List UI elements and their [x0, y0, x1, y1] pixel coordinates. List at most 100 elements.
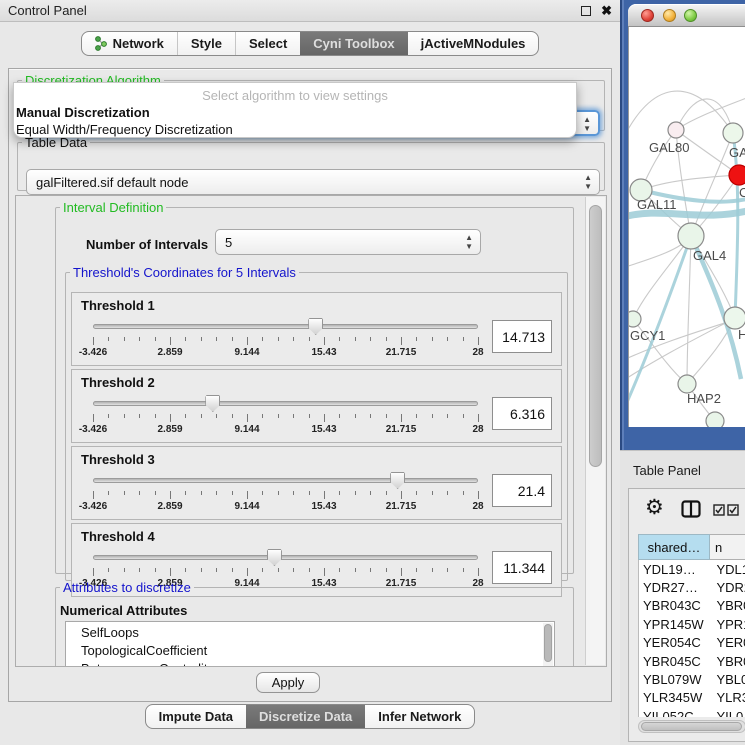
table-cell: YIL0 [710, 709, 745, 717]
tick-label: 9.144 [234, 424, 259, 435]
threshold-slider[interactable]: -3.4262.8599.14415.4321.71528 [93, 395, 478, 439]
table-cell: YIL052C [639, 709, 710, 717]
tab-select[interactable]: Select [235, 32, 300, 55]
algorithm-option[interactable]: Manual Discretization [16, 105, 150, 120]
table-cell: YER054C [639, 635, 710, 650]
attributes-scrollbar[interactable] [543, 623, 553, 667]
attributes-title: Attributes to discretize [60, 580, 194, 595]
settings-scroll-panel: Interval Definition Number of Intervals … [15, 195, 607, 667]
slider-ticks [93, 414, 478, 422]
network-window-titlebar[interactable] [628, 4, 745, 27]
network-node[interactable] [629, 311, 641, 327]
tab-jactivemnodules[interactable]: jActiveMNodules [408, 32, 539, 55]
threshold-panel: Threshold 2 -3.4262.8599.14415.4321.7152… [71, 369, 562, 443]
tick-label: -3.426 [79, 347, 107, 358]
number-of-intervals-combobox[interactable]: 5 ▲▼ [215, 229, 481, 255]
table-column-header[interactable]: shared… [638, 534, 710, 560]
threshold-value-field[interactable]: 6.316 [492, 397, 552, 430]
tick-label: 21.715 [386, 424, 417, 435]
tab-label: Cyni Toolbox [313, 36, 394, 51]
tick-label: 2.859 [157, 501, 182, 512]
table-cell: YBR043C [639, 598, 710, 613]
table-cell: YBR0 [710, 654, 745, 669]
tab-impute-data[interactable]: Impute Data [146, 705, 246, 728]
node-label: C [739, 185, 745, 200]
slider-thumb[interactable] [205, 395, 220, 412]
node-label: GAL80 [649, 140, 689, 155]
tick-label: -3.426 [79, 424, 107, 435]
checkbox-icons[interactable] [713, 504, 739, 516]
table-row[interactable]: YPR145WYPR1 [639, 615, 745, 633]
tab-cyni-toolbox[interactable]: Cyni Toolbox [300, 32, 407, 55]
table-cell: YPR145W [639, 617, 710, 632]
tab-style[interactable]: Style [177, 32, 235, 55]
table-row[interactable]: YLR345WYLR3 [639, 689, 745, 707]
network-node[interactable] [723, 123, 743, 143]
network-node[interactable] [668, 122, 684, 138]
node-label: GAL4 [693, 248, 726, 263]
table-data-combobox[interactable]: galFiltered.sif default node ▲▼ [26, 169, 600, 195]
slider-ticks [93, 568, 478, 576]
table-row[interactable]: YIL052CYIL0 [639, 707, 745, 717]
table-cell: YBR045C [639, 654, 710, 669]
thresholds-fieldset: Threshold's Coordinates for 5 Intervals … [65, 265, 568, 581]
network-node[interactable] [729, 165, 745, 185]
table-row[interactable]: YBR043CYBR0 [639, 597, 745, 615]
table-row[interactable]: YDL19…YDL1 [639, 560, 745, 578]
table-column-header[interactable]: n [710, 534, 745, 560]
close-traffic-light-icon[interactable] [641, 9, 654, 22]
slider-thumb[interactable] [308, 318, 323, 335]
tick-label: 2.859 [157, 347, 182, 358]
attribute-item[interactable]: TopologicalCoefficient [81, 642, 554, 660]
slider-thumb[interactable] [267, 549, 282, 566]
table-row[interactable]: YER054CYER0 [639, 634, 745, 652]
combo-spinner-icon: ▲▼ [584, 173, 592, 191]
network-canvas[interactable]: GAL80GACGAL11GAL4GCY1HHAP2 [628, 27, 745, 427]
network-node[interactable] [706, 412, 724, 427]
threshold-slider[interactable]: -3.4262.8599.14415.4321.71528 [93, 472, 478, 516]
table-row[interactable]: YBL079WYBL0 [639, 670, 745, 688]
slider-tick-labels: -3.4262.8599.14415.4321.71528 [93, 501, 478, 513]
threshold-value-field[interactable]: 21.4 [492, 474, 552, 507]
tab-network[interactable]: Network [82, 32, 177, 55]
tab-discretize-data[interactable]: Discretize Data [246, 705, 365, 728]
table-row[interactable]: YDR27…YDR2 [639, 578, 745, 596]
network-node[interactable] [724, 307, 745, 329]
threshold-value-field[interactable]: 14.713 [492, 320, 552, 353]
checkbox-icon [727, 504, 739, 516]
tick-label: 21.715 [386, 347, 417, 358]
apply-button[interactable]: Apply [256, 672, 320, 693]
slider-thumb[interactable] [390, 472, 405, 489]
algorithm-placeholder-option[interactable]: Select algorithm to view settings [14, 88, 576, 103]
slider-groove [93, 478, 478, 483]
numerical-attributes-list[interactable]: SelfLoopsTopologicalCoefficientBetweenne… [65, 621, 555, 667]
minimize-traffic-light-icon[interactable] [663, 9, 676, 22]
tab-label: Discretize Data [259, 709, 352, 724]
algorithm-option[interactable]: Equal Width/Frequency Discretization [16, 122, 233, 137]
threshold-slider[interactable]: -3.4262.8599.14415.4321.71528 [93, 318, 478, 362]
close-icon[interactable]: ✖ [601, 6, 612, 16]
zoom-traffic-light-icon[interactable] [684, 9, 697, 22]
settings-vertical-scrollbar[interactable] [585, 197, 605, 665]
threshold-panel: Threshold 1 -3.4262.8599.14415.4321.7152… [71, 292, 562, 366]
numerical-attributes-label: Numerical Attributes [60, 603, 187, 618]
tab-label: Style [191, 36, 222, 51]
number-of-intervals-value: 5 [225, 235, 232, 250]
top-tab-bar: Network Style Select Cyni Toolbox jActiveMNo… [0, 31, 620, 56]
node-table: shared…n YDL19…YDL1YDR27…YDR2YBR043CYBR0… [638, 534, 745, 717]
table-cell: YBL0 [710, 672, 745, 687]
control-panel-titlebar: Control Panel ✖ [0, 0, 620, 22]
gear-icon[interactable]: ⚙ [645, 495, 664, 520]
network-view-window[interactable]: GAL80GACGAL11GAL4GCY1HHAP2 [628, 4, 745, 427]
slider-groove [93, 555, 478, 560]
table-horizontal-scrollbar[interactable] [638, 720, 745, 733]
tab-infer-network[interactable]: Infer Network [365, 705, 474, 728]
split-columns-icon[interactable] [681, 500, 701, 523]
float-window-icon[interactable] [581, 6, 591, 16]
attribute-item[interactable]: SelfLoops [81, 624, 554, 642]
network-node[interactable] [678, 223, 704, 249]
thresholds-title: Threshold's Coordinates for 5 Intervals [70, 265, 299, 280]
table-cell: YBL079W [639, 672, 710, 687]
table-row[interactable]: YBR045CYBR0 [639, 652, 745, 670]
attribute-item[interactable]: BetweennessCentrality [81, 660, 554, 667]
